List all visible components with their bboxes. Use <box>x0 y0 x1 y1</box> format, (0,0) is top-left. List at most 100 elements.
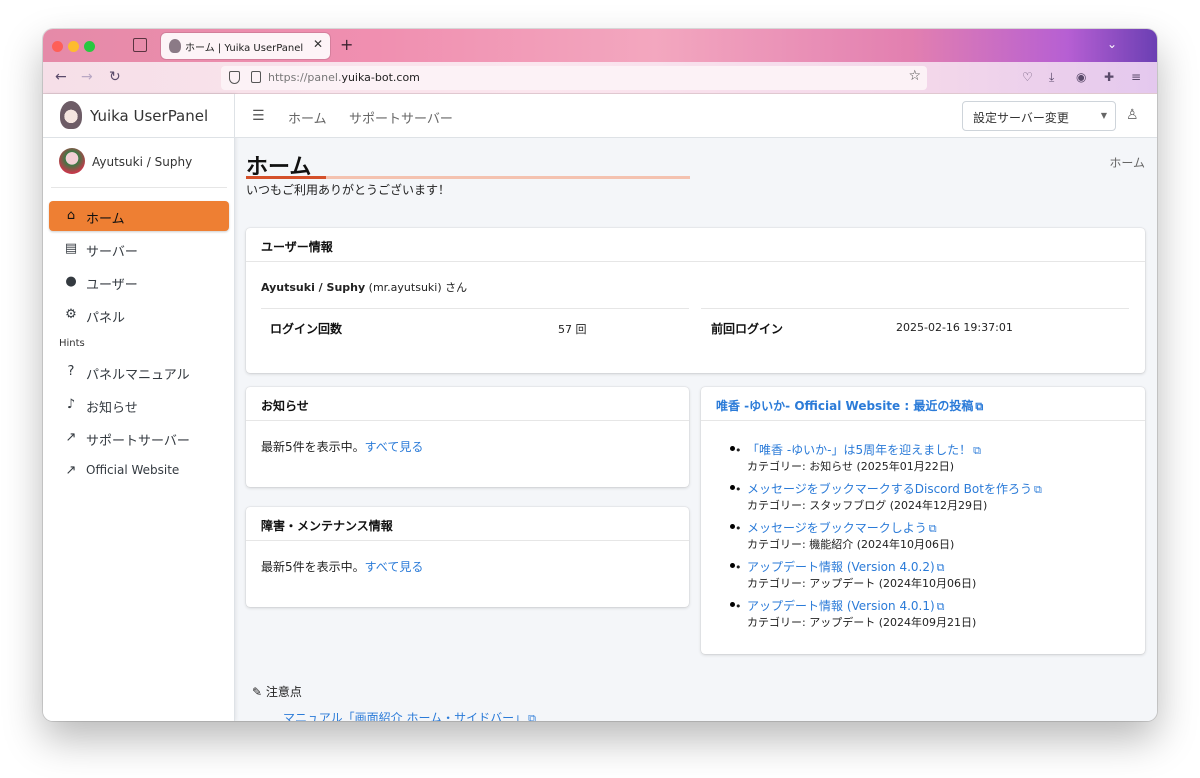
extensions-icon[interactable]: ✚ <box>1104 70 1114 84</box>
post-link[interactable]: アップデート情報 (Version 4.0.1)⧉ <box>735 599 1127 614</box>
server-select-value: 設定サーバー変更 <box>973 111 1069 125</box>
card-header: 唯香 -ゆいか- Official Website : 最近の投稿 ⧉ <box>701 387 1145 421</box>
menu-icon[interactable]: ≡ <box>1131 70 1141 84</box>
browser-tab-bar: ホーム | Yuika UserPanel ✕ + ⌄ <box>43 29 1157 62</box>
back-arrow-icon[interactable]: ← <box>55 69 67 85</box>
app-root: Yuika UserPanel Ayutsuki / Suphy ⌂ ホーム ▤… <box>43 94 1157 721</box>
external-link-icon: ⧉ <box>1033 483 1042 496</box>
sidebar-item-panel[interactable]: ⚙ パネル <box>49 300 229 330</box>
notes-manual-link[interactable]: マニュアル「画面紹介 ホーム・サイドバー」 ⧉ <box>283 709 536 721</box>
maintenance-view-all-link[interactable]: すべて見る <box>365 560 424 574</box>
divider <box>261 308 689 309</box>
shield-icon[interactable] <box>229 71 240 84</box>
post-category: カテゴリー: アップデート (2024年09月21日) <box>747 616 977 629</box>
post-title: アップデート情報 (Version 4.0.2) <box>747 560 935 574</box>
news-view-all-link[interactable]: すべて見る <box>365 440 424 454</box>
card-header: ユーザー情報 <box>246 228 1145 262</box>
post-link[interactable]: アップデート情報 (Version 4.0.2)⧉ <box>735 560 1127 575</box>
news-summary: 最新5件を表示中。すべて見る <box>261 438 423 455</box>
close-window-button[interactable] <box>52 41 63 52</box>
external-link-icon: ↗ <box>65 430 77 445</box>
sidebar-hints-header: Hints <box>49 333 229 355</box>
server-icon: ▤ <box>64 241 78 256</box>
brand-logo-icon <box>60 101 82 129</box>
user-icon: ● <box>65 274 77 289</box>
post-link[interactable]: メッセージをブックマークするDiscord Botを作ろう⧉ <box>735 482 1127 497</box>
hamburger-menu-icon[interactable]: ☰ <box>252 108 265 124</box>
question-circle-icon: ? <box>67 364 75 379</box>
divider <box>701 308 1129 309</box>
server-select[interactable]: 設定サーバー変更 ▼ <box>962 101 1116 131</box>
user-info-name: Ayutsuki / Suphy <box>261 281 366 294</box>
posts-list: 「唯香 -ゆいか-」は5周年を迎えました！⧉ カテゴリー: お知らせ (2025… <box>735 439 1127 634</box>
website-card-title: 唯香 -ゆいか- Official Website : 最近の投稿 <box>716 399 974 413</box>
sidebar-item-support-server[interactable]: ↗ サポートサーバー <box>49 423 229 453</box>
breadcrumb[interactable]: ホーム <box>1109 154 1145 171</box>
lock-icon[interactable] <box>251 71 261 83</box>
user-info-card: ユーザー情報 Ayutsuki / Suphy (mr.ayutsuki) さん… <box>246 228 1145 373</box>
notes-heading: ✎ 注意点 <box>252 683 302 700</box>
sidebar-item-servers[interactable]: ▤ サーバー <box>49 234 229 264</box>
sidebar-item-manual[interactable]: ? パネルマニュアル <box>49 357 229 387</box>
close-tab-icon[interactable]: ✕ <box>313 37 323 51</box>
post-category: カテゴリー: スタッフブログ (2024年12月29日) <box>747 499 988 512</box>
news-summary-text: 最新5件を表示中。 <box>261 440 365 454</box>
brand-link[interactable]: Yuika UserPanel <box>43 94 234 138</box>
sidebar-item-label: パネルマニュアル <box>86 368 190 383</box>
bookmark-star-icon[interactable]: ☆ <box>908 68 921 84</box>
sidebar-item-label: サポートサーバー <box>86 434 190 449</box>
list-item: メッセージをブックマークしよう⧉ カテゴリー: 機能紹介 (2024年10月06… <box>735 517 1127 553</box>
sidebar-item-label: ユーザー <box>86 278 138 293</box>
sidebar-item-home[interactable]: ⌂ ホーム <box>49 201 229 231</box>
list-item: アップデート情報 (Version 4.0.2)⧉ カテゴリー: アップデート … <box>735 556 1127 592</box>
sidebar-item-label: サーバー <box>86 245 138 260</box>
sidebar-user-name[interactable]: Ayutsuki / Suphy <box>92 155 192 169</box>
external-link-icon: ⧉ <box>936 561 945 574</box>
website-posts-card: 唯香 -ゆいか- Official Website : 最近の投稿⧉ 「唯香 -… <box>701 387 1145 654</box>
topnav-link-support-server[interactable]: サポートサーバー <box>349 108 453 127</box>
user-info-suffix: さん <box>445 281 468 294</box>
sidebar-user-panel[interactable]: Ayutsuki / Suphy <box>51 144 227 188</box>
tab-overview-icon[interactable] <box>133 38 147 52</box>
sidebar-item-official-website[interactable]: ↗ Official Website <box>49 456 229 486</box>
login-count-label: ログイン回数 <box>270 322 343 336</box>
reload-icon[interactable]: ↻ <box>109 69 121 85</box>
card-header: 障害・メンテナンス情報 <box>246 507 689 541</box>
card-title: お知らせ <box>261 399 309 413</box>
news-card: お知らせ 最新5件を表示中。すべて見る <box>246 387 689 487</box>
topnav-link-home[interactable]: ホーム <box>288 108 327 127</box>
card-header: お知らせ <box>246 387 689 421</box>
sidebar-item-users[interactable]: ● ユーザー <box>49 267 229 297</box>
post-title: メッセージをブックマークするDiscord Botを作ろう <box>747 482 1032 496</box>
external-link-icon: ⧉ <box>528 712 536 721</box>
post-category: カテゴリー: 機能紹介 (2024年10月06日) <box>747 538 955 551</box>
chevron-down-icon[interactable]: ⌄ <box>1107 37 1117 51</box>
website-card-title-link[interactable]: 唯香 -ゆいか- Official Website : 最近の投稿 ⧉ <box>716 397 983 414</box>
sidebar: Yuika UserPanel Ayutsuki / Suphy ⌂ ホーム ▤… <box>43 94 235 721</box>
url-text[interactable]: https://panel.yuika-bot.com <box>268 71 420 84</box>
sidebar-item-news[interactable]: ♪ お知らせ <box>49 390 229 420</box>
notes-title: 注意点 <box>265 685 302 699</box>
account-icon[interactable]: ◉ <box>1076 70 1086 84</box>
address-bar[interactable]: https://panel.yuika-bot.com ☆ <box>221 66 927 90</box>
download-icon[interactable]: ⤓ <box>1049 70 1054 85</box>
browser-tab-active[interactable]: ホーム | Yuika UserPanel ✕ <box>161 33 330 59</box>
zoom-window-button[interactable] <box>84 41 95 52</box>
user-info-handle: (mr.ayutsuki) <box>368 281 442 294</box>
list-item: メッセージをブックマークするDiscord Botを作ろう⧉ カテゴリー: スタ… <box>735 478 1127 514</box>
post-link[interactable]: メッセージをブックマークしよう⧉ <box>735 521 1127 536</box>
favicon-icon <box>169 39 181 53</box>
pocket-icon[interactable]: ♡ <box>1022 70 1033 84</box>
brand-name: Yuika UserPanel <box>90 107 209 125</box>
post-link[interactable]: 「唯香 -ゆいか-」は5周年を迎えました！⧉ <box>735 443 1127 458</box>
welcome-text: いつもご利用ありがとうございます！ <box>246 183 451 197</box>
sidebar-nav: ⌂ ホーム ▤ サーバー ● ユーザー ⚙ パネル Hints ? パネルマニュ… <box>49 201 229 489</box>
user-menu-icon[interactable]: ♙ <box>1126 107 1139 123</box>
forward-arrow-icon[interactable]: → <box>81 69 93 85</box>
browser-toolbar: ← → ↻ https://panel.yuika-bot.com ☆ ♡ ⤓ … <box>43 62 1157 94</box>
external-link-icon: ⧉ <box>936 600 945 613</box>
external-link-icon: ⧉ <box>973 444 981 457</box>
new-tab-icon[interactable]: + <box>340 35 353 54</box>
minimize-window-button[interactable] <box>68 41 79 52</box>
external-link-icon: ↗ <box>65 463 77 478</box>
